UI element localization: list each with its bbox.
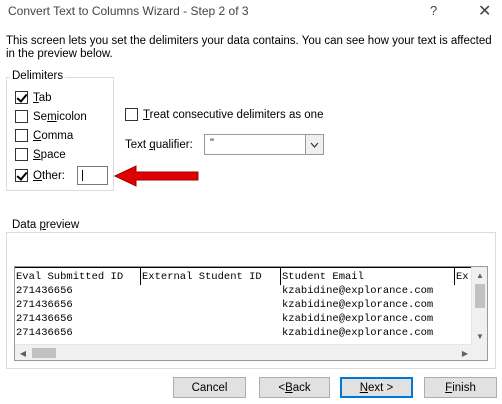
text-caret (82, 169, 83, 181)
chevron-down-icon[interactable] (305, 135, 323, 154)
preview-cell (141, 284, 281, 298)
preview-cell: kzabidine@explorance.com (282, 299, 434, 311)
preview-data-row: 271436656 kzabidine@explorance.com (15, 326, 473, 340)
preview-cell (141, 326, 281, 340)
red-arrow-shape (114, 165, 199, 187)
comma-checkbox-row[interactable]: Comma (15, 129, 73, 142)
data-preview-box[interactable]: Eval Submitted ID External Student ID Stud… (14, 266, 488, 361)
preview-column-divider (140, 267, 141, 285)
preview-data-row: 271436656 kzabidine@explorance.com (15, 298, 473, 312)
window-title: Convert Text to Columns Wizard - Step 2 … (8, 4, 249, 18)
data-preview-grid: Eval Submitted ID External Student ID Stud… (15, 267, 473, 344)
preview-column-header: External Student ID (142, 271, 262, 283)
chevron-down-glyph (310, 142, 319, 148)
scroll-down-icon[interactable]: ▼ (472, 328, 487, 344)
help-icon[interactable]: ? (430, 3, 437, 18)
close-icon[interactable]: ✕ (478, 1, 491, 21)
horizontal-scrollbar[interactable]: ◀ ▶ (15, 344, 473, 360)
tab-checkbox[interactable] (15, 91, 28, 104)
text-qualifier-label: Text qualifier: (125, 139, 193, 151)
preview-data-row: 271436656 kzabidine@explorance.com (15, 284, 473, 298)
preview-top-border (15, 267, 473, 268)
other-checkbox-row[interactable]: Other: (15, 169, 65, 182)
preview-cell: 271436656 (16, 327, 73, 339)
preview-column-divider (280, 267, 281, 285)
back-button[interactable]: < Back (259, 377, 330, 398)
other-label: Other: (33, 169, 65, 182)
space-label: Space (33, 148, 66, 161)
semicolon-label: Semicolon (33, 110, 87, 123)
preview-cell: kzabidine@explorance.com (282, 327, 434, 339)
data-preview-label: Data preview (10, 219, 82, 231)
text-qualifier-select[interactable]: " (204, 134, 324, 155)
preview-header-row: Eval Submitted ID External Student ID Stud… (15, 270, 473, 284)
other-checkbox[interactable] (15, 169, 28, 182)
cancel-button[interactable]: Cancel (173, 377, 246, 398)
preview-data-row: 271436656 kzabidine@explorance.com (15, 312, 473, 326)
other-delimiter-input[interactable] (77, 166, 108, 185)
tab-label: Tab (33, 91, 52, 104)
comma-label: Comma (33, 129, 74, 142)
semicolon-checkbox-row[interactable]: Semicolon (15, 110, 87, 123)
text-qualifier-value: " (210, 137, 214, 149)
consecutive-checkbox[interactable] (125, 108, 138, 121)
next-button[interactable]: Next > (340, 377, 413, 398)
preview-column-header: Student Email (282, 271, 364, 283)
scroll-corner (471, 344, 487, 360)
title-bar: Convert Text to Columns Wizard - Step 2 … (0, 0, 502, 26)
horizontal-scroll-thumb[interactable] (32, 348, 56, 358)
red-arrow-icon (114, 165, 199, 187)
preview-column-header: Eval Submitted ID (16, 271, 124, 283)
preview-column-divider (454, 267, 455, 285)
comma-checkbox[interactable] (15, 129, 28, 142)
scroll-left-icon[interactable]: ◀ (15, 345, 31, 360)
space-checkbox[interactable] (15, 148, 28, 161)
vertical-scroll-thumb[interactable] (475, 284, 485, 308)
finish-button[interactable]: Finish (424, 377, 497, 398)
preview-cell (141, 298, 281, 312)
vertical-scrollbar[interactable]: ▲ ▼ (471, 267, 487, 344)
preview-cell: kzabidine@explorance.com (282, 313, 434, 325)
intro-text: This screen lets you set the delimiters … (6, 35, 492, 60)
preview-cell (141, 312, 281, 326)
preview-cell: 271436656 (16, 299, 73, 311)
semicolon-checkbox[interactable] (15, 110, 28, 123)
space-checkbox-row[interactable]: Space (15, 148, 66, 161)
consecutive-label: Treat consecutive delimiters as one (143, 108, 324, 121)
tab-checkbox-row[interactable]: Tab (15, 91, 52, 104)
preview-cell: kzabidine@explorance.com (282, 285, 434, 297)
consecutive-checkbox-row[interactable]: Treat consecutive delimiters as one (125, 108, 323, 121)
delimiters-group-label: Delimiters (10, 70, 66, 82)
preview-cell: 271436656 (16, 285, 73, 297)
preview-cell: 271436656 (16, 313, 73, 325)
scroll-up-icon[interactable]: ▲ (472, 267, 487, 283)
